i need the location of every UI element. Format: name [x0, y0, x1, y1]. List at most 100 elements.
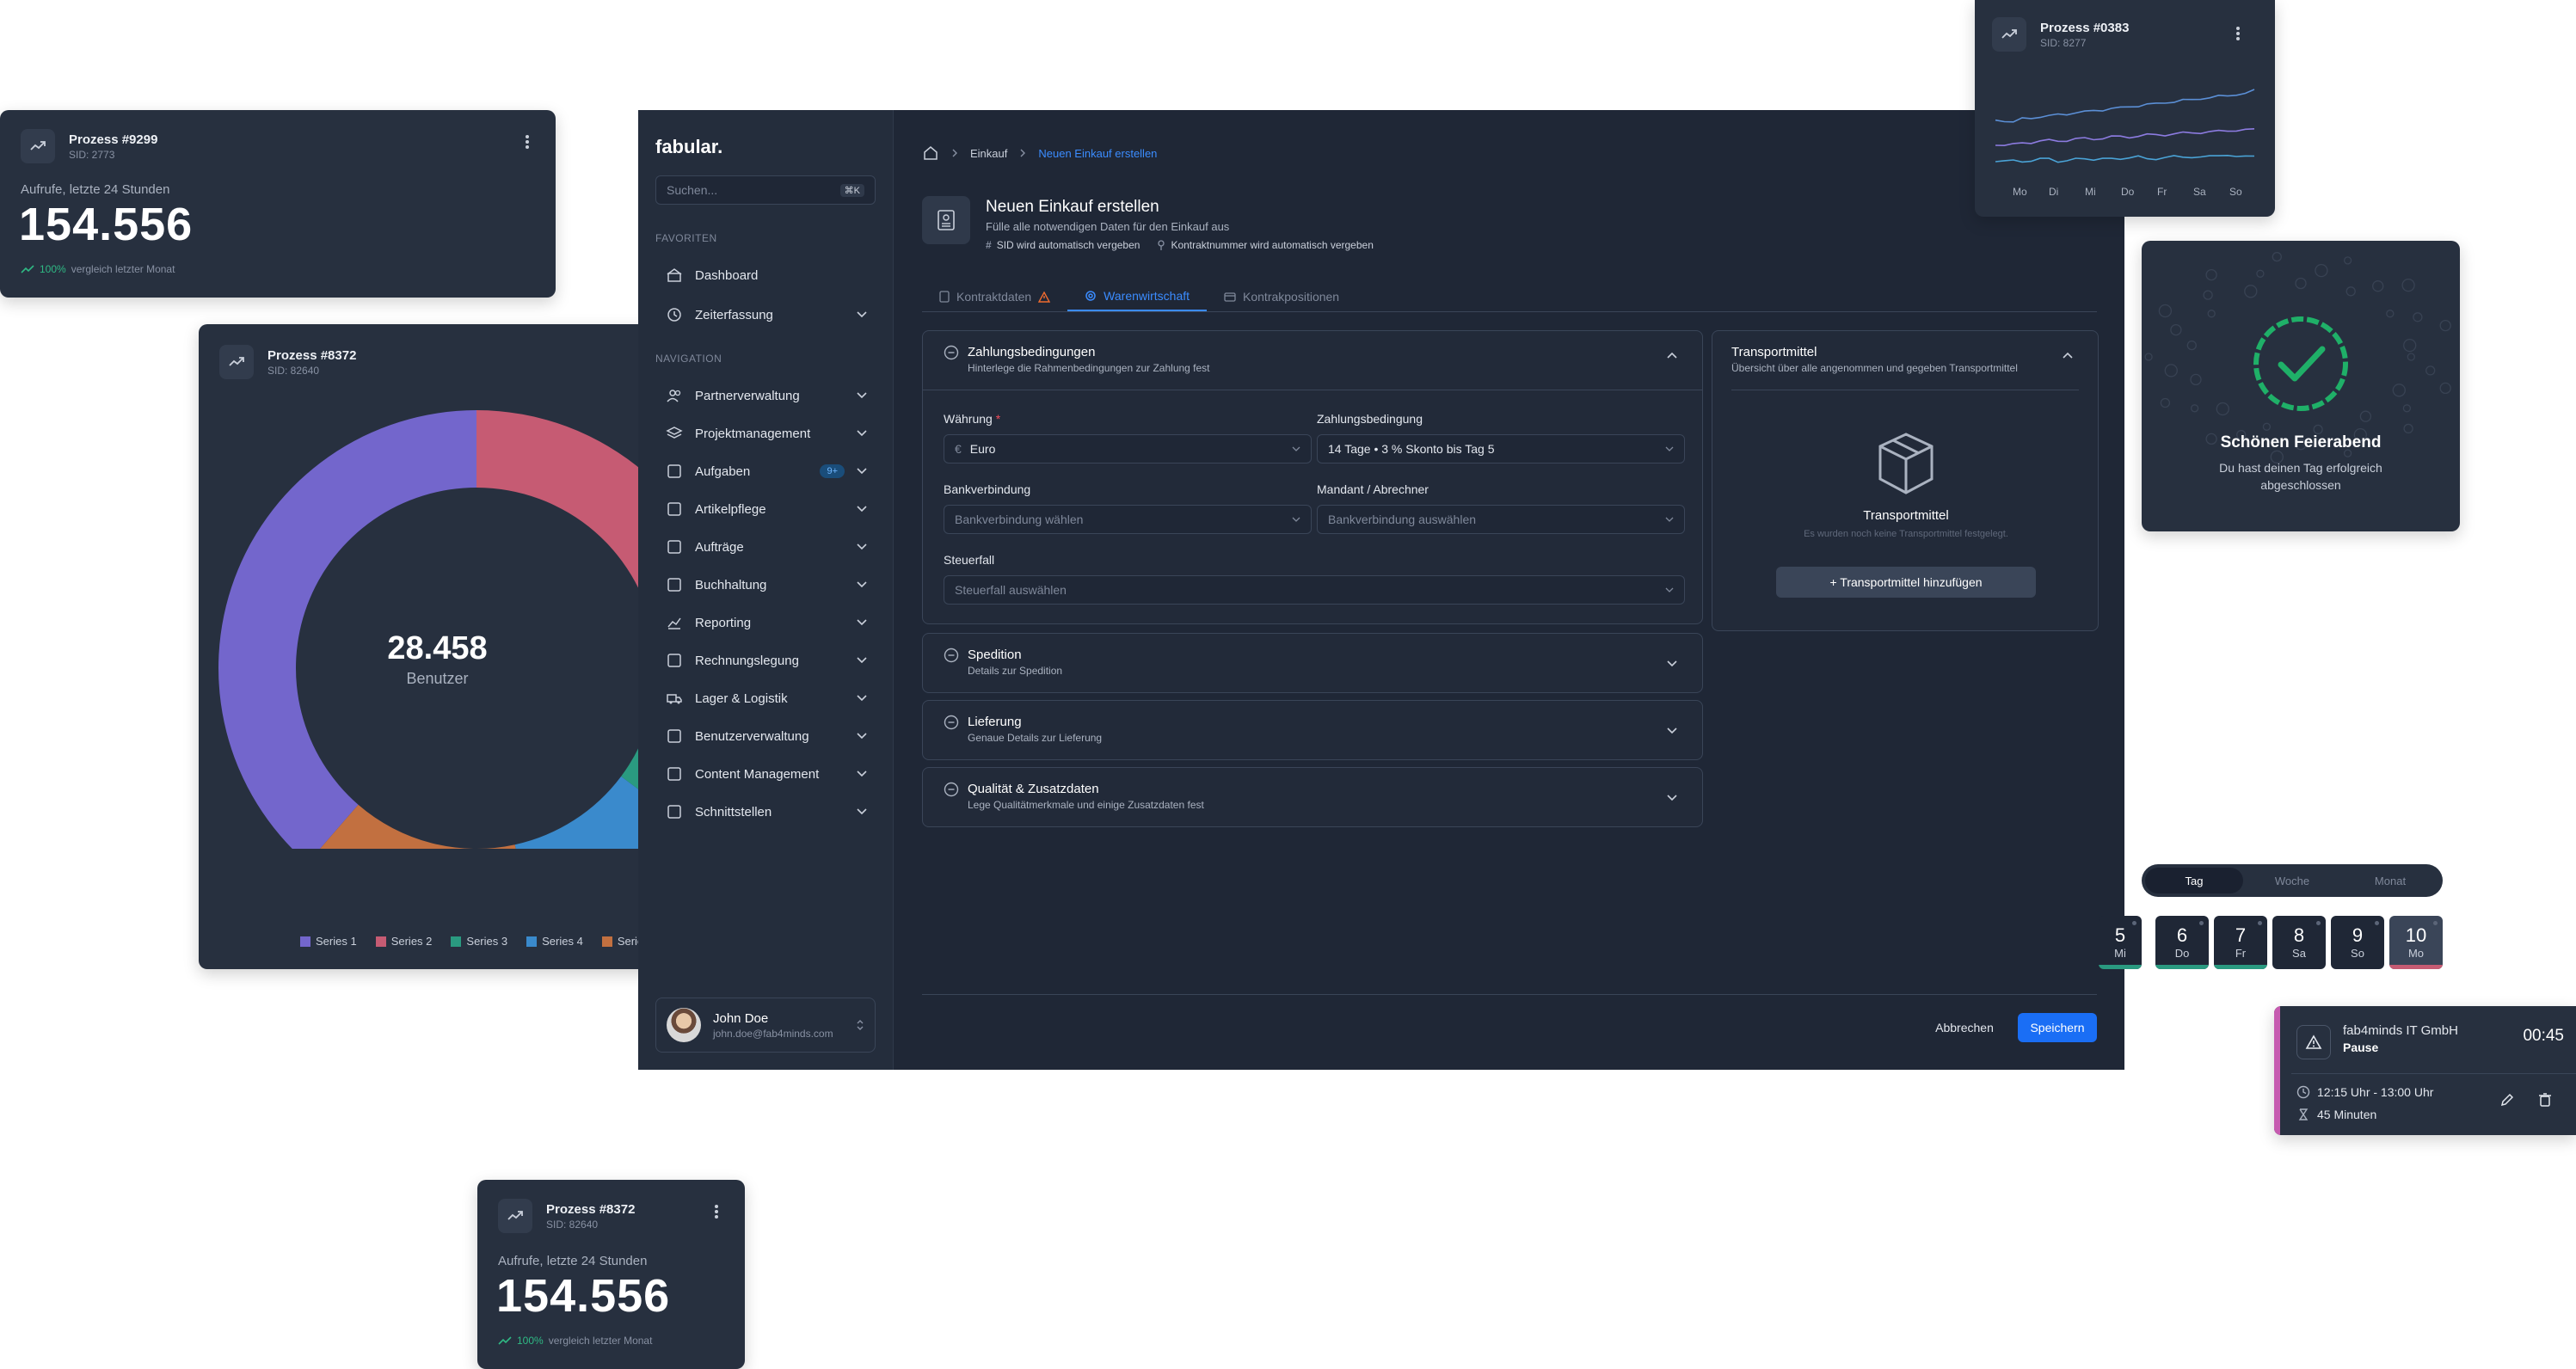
user-menu[interactable]: John Doe john.doe@fab4minds.com [655, 998, 876, 1053]
legend-swatch [300, 936, 310, 947]
cancel-button[interactable]: Abbrechen [1927, 1013, 2002, 1042]
tab-kontrakpositionen[interactable]: Kontrakpositionen [1207, 282, 1356, 311]
truck-icon [666, 690, 683, 707]
day-cell[interactable]: 9 So [2331, 916, 2384, 969]
steuerfall-select[interactable]: Steuerfall auswählen [944, 575, 1685, 605]
sidebar-item-partnerverwaltung[interactable]: Partnerverwaltung [655, 380, 876, 411]
stat-card-8372: Prozess #8372 SID: 82640 Aufrufe, letzte … [477, 1180, 745, 1369]
day-weekday: Do [2174, 946, 2190, 960]
legend-label: Series 3 [466, 935, 508, 948]
mandant-placeholder: Bankverbindung auswählen [1328, 513, 1477, 526]
sidebar-item-projektmanagement[interactable]: Projektmanagement [655, 418, 876, 449]
panel-qualit-t-zusatzdaten[interactable]: Qualität & Zusatzdaten Lege Qualitätmerkm… [922, 767, 1703, 827]
breadcrumb-einkauf[interactable]: Einkauf [970, 147, 1007, 160]
waehrung-value: Euro [969, 442, 996, 456]
panel-subtitle: Details zur Spedition [968, 665, 1063, 677]
sidebar-item-artikelpflege[interactable]: Artikelpflege [655, 494, 876, 525]
sidebar-item-label: Buchhaltung [695, 577, 767, 592]
day-number: 6 [2176, 924, 2188, 946]
sidebar-item-rechnungslegung[interactable]: Rechnungslegung [655, 645, 876, 676]
doodle-mark [2256, 269, 2265, 278]
sidebar-item-buchhaltung[interactable]: Buchhaltung [655, 569, 876, 600]
doodle-mark [2186, 340, 2197, 351]
bankverbindung-select[interactable]: Bankverbindung wählen [944, 505, 1312, 534]
layers-icon [666, 425, 683, 442]
breadcrumb-current[interactable]: Neuen Einkauf erstellen [1038, 147, 1157, 160]
tab-kontraktdaten[interactable]: Kontraktdaten [922, 282, 1067, 311]
sidebar-item-label: Aufträge [695, 539, 744, 555]
sidebar-item-lager-logistik[interactable]: Lager & Logistik [655, 683, 876, 714]
sidebar-item-reporting[interactable]: Reporting [655, 607, 876, 638]
sidebar-item-auftr-ge[interactable]: Aufträge [655, 531, 876, 562]
zahlungsbedingung-select[interactable]: 14 Tage • 3 % Skonto bis Tag 5 [1317, 434, 1685, 463]
panel-zahlungsbedingungen: Zahlungsbedingungen Hinterlege die Rahmen… [922, 330, 1703, 624]
chevron-down-icon [857, 392, 867, 399]
panel-lieferung[interactable]: Lieferung Genaue Details zur Lieferung [922, 700, 1703, 760]
label-waehrung: Währung * [944, 412, 1001, 426]
chevron-up-icon[interactable] [1666, 352, 1678, 359]
mandant-select[interactable]: Bankverbindung auswählen [1317, 505, 1685, 534]
sidebar-item-benutzerverwaltung[interactable]: Benutzerverwaltung [655, 721, 876, 752]
chevron-down-icon[interactable] [1666, 794, 1678, 801]
day-cell[interactable]: 6 Do [2155, 916, 2209, 969]
line-series-3 [1995, 154, 2255, 163]
breadcrumb: Einkauf Neuen Einkauf erstellen [922, 144, 1157, 162]
tab-label: Warenwirtschaft [1104, 289, 1190, 303]
shortcut-badge: ⌘K [839, 183, 864, 197]
trend-icon [1992, 17, 2026, 52]
label-mandant: Mandant / Abrechner [1317, 482, 1429, 496]
day-cell[interactable]: 10 Mo [2389, 916, 2443, 969]
pause-timer: 00:45 [2523, 1027, 2564, 1045]
chevron-down-icon[interactable] [1666, 660, 1678, 667]
chevron-updown-icon [856, 1018, 864, 1032]
stat-card-header: Prozess #8372 SID: 82640 [498, 1199, 635, 1233]
sidebar-item-content-management[interactable]: Content Management [655, 758, 876, 789]
chevron-up-icon[interactable] [2062, 352, 2074, 359]
stat-card-9299: Prozess #9299 SID: 2773 Aufrufe, letzte 2… [0, 110, 556, 298]
more-icon[interactable] [2235, 26, 2241, 41]
toggle-tag[interactable]: Tag [2145, 868, 2243, 893]
doodle-mark [2170, 323, 2182, 336]
add-transportmittel-button[interactable]: + Transportmittel hinzufügen [1776, 567, 2036, 598]
sidebar-item-aufgaben[interactable]: Aufgaben 9+ [655, 456, 876, 487]
warning-icon [2296, 1025, 2331, 1059]
donut-center-value: 28.458 [387, 630, 488, 666]
inbox-icon [666, 463, 683, 480]
x-tick-label: Fr [2157, 186, 2167, 198]
legend-item: Series 2 [375, 935, 432, 948]
sidebar-item-dashboard[interactable]: Dashboard [655, 260, 876, 291]
day-weekday: So [2351, 946, 2364, 960]
users-icon [666, 387, 683, 404]
save-button[interactable]: Speichern [2018, 1013, 2097, 1042]
minus-circle-icon [944, 648, 959, 677]
day-cell[interactable]: 7 Fr [2214, 916, 2267, 969]
pause-status: Pause [2343, 1041, 2379, 1054]
toggle-woche[interactable]: Woche [2243, 868, 2341, 893]
zahlungsbedingung-value: 14 Tage • 3 % Skonto bis Tag 5 [1328, 442, 1495, 456]
chevron-down-icon[interactable] [1666, 727, 1678, 734]
more-icon[interactable] [525, 134, 530, 150]
stat-card-header: Prozess #9299 SID: 2773 [21, 129, 157, 163]
tab-warenwirtschaft[interactable]: Warenwirtschaft [1067, 282, 1208, 311]
more-icon[interactable] [714, 1204, 719, 1219]
home-icon[interactable] [922, 144, 939, 162]
day-number: 5 [2114, 924, 2126, 946]
donut-slice-1[interactable] [218, 410, 476, 849]
panel-header[interactable]: Zahlungsbedingungen Hinterlege die Rahmen… [944, 345, 1210, 374]
toggle-monat[interactable]: Monat [2341, 868, 2439, 893]
sidebar-item-schnittstellen[interactable]: Schnittstellen [655, 796, 876, 827]
label-zahlungsbedingung: Zahlungsbedingung [1317, 412, 1423, 426]
trash-icon[interactable] [2537, 1092, 2553, 1108]
day-cell[interactable]: 5 Mi [2099, 916, 2142, 969]
x-tick-label: Mo [2013, 186, 2027, 198]
search-input[interactable]: Suchen... ⌘K [655, 175, 876, 205]
stat-value: 154.556 [19, 199, 194, 250]
success-title: Schönen Feierabend [2220, 433, 2382, 451]
doodle-mark [2392, 384, 2406, 397]
day-cell[interactable]: 8 Sa [2272, 916, 2326, 969]
sidebar-item-zeiterfassung[interactable]: Zeiterfassung [655, 299, 876, 330]
waehrung-select[interactable]: € Euro [944, 434, 1312, 463]
edit-icon[interactable] [2499, 1092, 2515, 1108]
panel-spedition[interactable]: Spedition Details zur Spedition [922, 633, 1703, 693]
panel-subtitle: Übersicht über alle angenommen und gegeb… [1731, 362, 2018, 374]
